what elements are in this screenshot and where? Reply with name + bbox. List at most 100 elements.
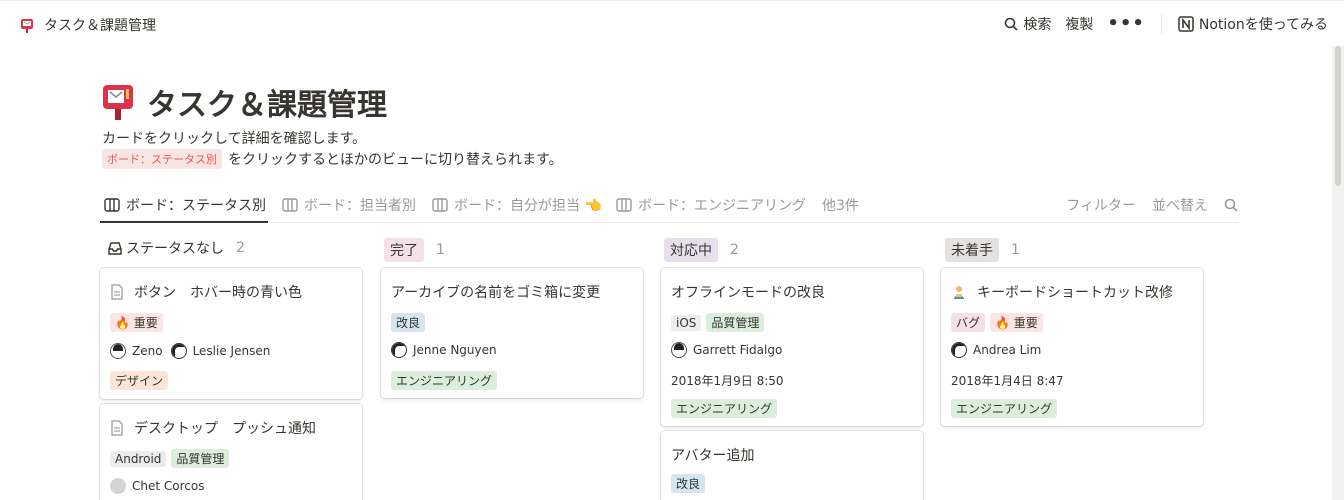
filter-button[interactable]: フィルター (1066, 195, 1136, 215)
assignees: Chet Corcos (110, 478, 212, 494)
person-icon (954, 286, 964, 299)
board-card[interactable]: オフラインモードの改良 iOS 品質管理 Garrett Fidalgo 201… (661, 268, 923, 426)
column-header-in-progress[interactable]: 対応中 2 (664, 238, 739, 262)
column-count: 2 (236, 240, 245, 256)
team-tags: エンジニアリング (391, 371, 502, 390)
assignee: Zeno (110, 343, 163, 359)
column-header-done[interactable]: 完了 1 (384, 238, 445, 262)
category-tag: 品質管理 (171, 449, 230, 468)
board-view-icon (104, 198, 120, 212)
card-title-text: アーカイブの名前をゴミ箱に変更 (391, 285, 601, 301)
tab-board-by-assignee[interactable]: ボード：担当者別 (282, 195, 416, 215)
avatar (671, 342, 687, 358)
search-icon[interactable] (1224, 198, 1238, 212)
board-view-icon (282, 198, 298, 212)
breadcrumb-title: タスク＆課題管理 (44, 18, 156, 34)
column-count: 1 (436, 242, 445, 258)
more-views-button[interactable]: 他3件 (822, 195, 859, 215)
priority-tag: 🔥 重要 (990, 313, 1043, 332)
board-card[interactable]: アバター追加 改良 (661, 431, 923, 500)
page-scrollbar[interactable] (1332, 46, 1344, 500)
assignee-name: Jenne Nguyen (413, 343, 497, 357)
card-title-text: オフラインモードの改良 (671, 285, 825, 301)
sort-button[interactable]: 並べ替え (1152, 195, 1208, 215)
try-notion-button[interactable]: Notionを使ってみる (1178, 14, 1328, 34)
column-header-no-status[interactable]: ステータスなし 2 (108, 238, 245, 258)
avatar (951, 342, 967, 358)
assignee: Chet Corcos (110, 478, 204, 494)
card-title-text: キーボードショートカット改修 (977, 285, 1173, 301)
card-title: オフラインモードの改良 (671, 282, 825, 302)
category-tag: 改良 (671, 474, 706, 493)
assignee-name: Leslie Jensen (192, 344, 271, 358)
view-tabs: ボード：ステータス別 ボード：担当者別 ボード：自分が担当 👈 ボード：エンジニ… (100, 187, 1238, 223)
team-tags: エンジニアリング (951, 399, 1062, 418)
card-title-text: デスクトップ プッシュ通知 (134, 421, 316, 437)
avatar (110, 343, 126, 359)
more-button[interactable]: ••• (1107, 15, 1145, 33)
card-title: ボタン ホバー時の青い色 (110, 282, 302, 302)
tab-label: ボード：自分が担当 👈 (454, 198, 602, 214)
avatar (170, 343, 187, 359)
assignee-name: Chet Corcos (132, 479, 205, 493)
assignee: Jenne Nguyen (391, 342, 497, 358)
board-view-icon (616, 198, 632, 212)
platform-tags: iOS 品質管理 (671, 313, 769, 332)
priority-tags: 🔥 重要 (110, 313, 168, 332)
assignee: Andrea Lim (951, 342, 1041, 358)
board-card[interactable]: アーカイブの名前をゴミ箱に変更 改良 Jenne Nguyen エンジニアリング (381, 268, 643, 398)
card-title: アーカイブの名前をゴミ箱に変更 (391, 282, 600, 302)
top-bar: タスク＆課題管理 検索 複製 ••• Notionを使ってみる (0, 0, 1344, 46)
page-header: タスク＆課題管理 (101, 80, 387, 124)
assignee: Leslie Jensen (170, 343, 271, 359)
status-badge: 未着手 (945, 238, 999, 262)
assignee-name: Andrea Lim (973, 343, 1042, 357)
assignees: Jenne Nguyen (391, 342, 505, 358)
assignees: Andrea Lim (951, 342, 1049, 358)
postbox-icon (21, 18, 33, 33)
category-tags: 改良 (671, 474, 710, 493)
search-button[interactable]: 検索 (1004, 14, 1051, 34)
tab-board-mine[interactable]: ボード：自分が担当 👈 (432, 195, 602, 215)
category-tag: 品質管理 (706, 313, 765, 332)
tab-label: ボード：担当者別 (304, 198, 416, 214)
board-card[interactable]: キーボードショートカット改修 バグ 🔥 重要 Andrea Lim 2018年1… (941, 268, 1203, 426)
category-tags: 改良 (391, 313, 430, 332)
tab-board-by-status[interactable]: ボード：ステータス別 (104, 195, 266, 215)
team-tag: エンジニアリング (391, 371, 498, 390)
board-view-icon (432, 198, 448, 212)
page-description-text: をクリックするとほかのビューに切り替えられます。 (228, 152, 563, 168)
search-icon (1005, 17, 1018, 31)
column-label: ステータスなし (126, 241, 224, 257)
page-description-2: ボード：ステータス別 をクリックするとほかのビューに切り替えられます。 (102, 149, 563, 169)
column-header-not-started[interactable]: 未着手 1 (945, 238, 1020, 262)
avatar (391, 342, 407, 358)
card-title-text: ボタン ホバー時の青い色 (134, 285, 302, 301)
page-icon (111, 420, 123, 436)
duplicate-button[interactable]: 複製 (1065, 14, 1093, 34)
board-card[interactable]: デスクトップ プッシュ通知 Android 品質管理 Chet Corcos (100, 404, 362, 500)
board-card[interactable]: ボタン ホバー時の青い色 🔥 重要 Zeno Leslie Jensen デザイ… (100, 268, 362, 399)
card-date: 2018年1月9日 8:50 (671, 374, 784, 388)
assignee-name: Garrett Fidalgo (693, 343, 783, 357)
scrollbar-thumb[interactable] (1335, 46, 1341, 186)
breadcrumb[interactable]: タスク＆課題管理 (20, 15, 156, 35)
topbar-divider (1160, 15, 1162, 33)
card-title: アバター追加 (671, 445, 754, 465)
top-actions: 検索 複製 ••• Notionを使ってみる (990, 14, 1328, 34)
type-tag: バグ (951, 313, 986, 332)
platform-tag: iOS (671, 314, 702, 331)
tab-label: ボード：ステータス別 (126, 198, 266, 214)
column-count: 2 (730, 242, 739, 258)
duplicate-label: 複製 (1065, 17, 1094, 33)
active-tab-indicator (100, 221, 268, 223)
assignees: Zeno Leslie Jensen (110, 343, 278, 359)
team-tag: エンジニアリング (951, 399, 1058, 418)
team-tag: デザイン (110, 371, 169, 390)
card-title-text: アバター追加 (671, 448, 755, 464)
card-date: 2018年1月4日 8:47 (951, 374, 1064, 388)
tab-board-engineering[interactable]: ボード：エンジニアリング (616, 195, 806, 215)
search-label: 検索 (1023, 17, 1052, 33)
inbox-icon (108, 241, 122, 255)
page-description: カードをクリックして詳細を確認します。 (102, 131, 367, 147)
